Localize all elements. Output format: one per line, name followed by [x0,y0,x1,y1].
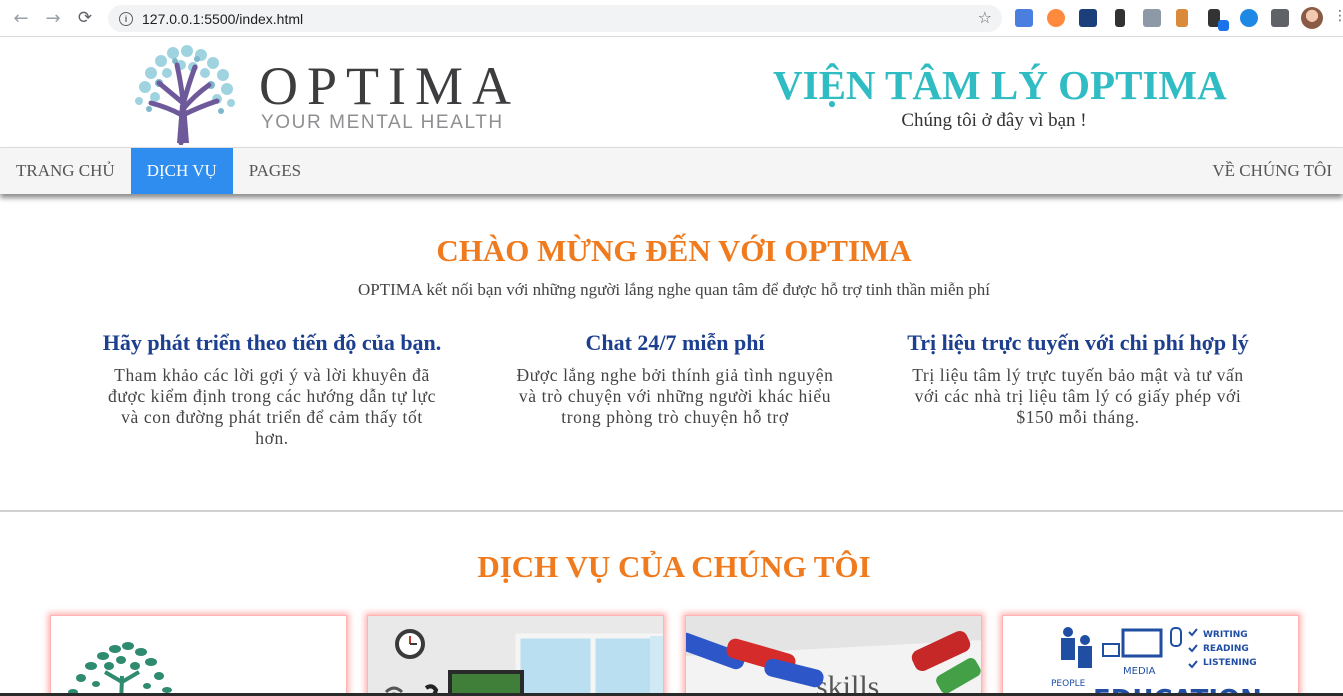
service-card-markers[interactable]: skills [685,615,982,696]
extension-badge-icon [1218,20,1229,31]
feature-text: Được lắng nghe bởi thính giả tình nguyện… [516,365,834,427]
card-media-label: MEDIA [1123,666,1156,677]
education-doodle-image: WRITING READING LISTENING MEDIA PEOPLE E… [1003,616,1298,696]
forward-arrow-icon[interactable]: → [41,6,65,30]
nav-item-services[interactable]: DỊCH VỤ [130,148,233,194]
service-card-education[interactable]: WRITING READING LISTENING MEDIA PEOPLE E… [1002,615,1299,696]
back-arrow-icon[interactable]: ← [9,6,33,30]
tree-logo-icon[interactable] [131,43,237,145]
nav-item-home[interactable]: TRANG CHỦ [0,148,131,194]
address-url[interactable]: 127.0.0.1:5500/index.html [142,11,303,27]
ruler-extension-icon[interactable] [1176,9,1188,27]
phone-extension-icon[interactable] [1115,9,1125,27]
nav-item-pages[interactable]: PAGES [233,148,317,194]
feature-free-chat: Chat 24/7 miễn phí Được lắng nghe bởi th… [490,328,860,428]
address-bar[interactable]: i 127.0.0.1:5500/index.html ☆ [108,5,1002,32]
section-divider [0,510,1343,512]
office-illustration-image [368,616,663,696]
services-title: DỊCH VỤ CỦA CHÚNG TÔI [477,549,871,584]
green-tree-image [68,642,172,696]
bookmark-star-icon[interactable]: ☆ [978,8,992,27]
institute-subtitle: Chúng tôi ở đây vì bạn ! [901,110,1087,131]
site-info-icon[interactable]: i [119,11,133,26]
feature-title: Hãy phát triển theo tiến độ của bạn. [102,330,442,355]
institute-title: VIỆN TÂM LÝ OPTIMA [773,62,1227,108]
browser-menu-icon[interactable]: ⋮ [1333,8,1343,24]
profile-avatar[interactable] [1301,7,1323,29]
puzzle-extensions-icon[interactable] [1271,9,1289,27]
blue-extension-icon[interactable] [1240,9,1258,27]
reload-icon[interactable]: ⟳ [73,6,97,30]
feature-title: Chat 24/7 miễn phí [585,330,765,355]
d-extension-icon[interactable] [1079,9,1097,27]
feature-text: Tham khảo các lời gợi ý và lời khuyên đã… [108,365,436,448]
translate-extension-icon[interactable] [1015,9,1033,27]
card-listening-label: LISTENING [1203,658,1257,668]
site-header: OPTIMA YOUR MENTAL HEALTH VIỆN TÂM LÝ OP… [0,37,1343,147]
service-card-office[interactable] [367,615,664,696]
brand-name: OPTIMA [259,56,521,116]
card-writing-label: WRITING [1203,630,1248,640]
nav-item-about[interactable]: VỀ CHÚNG TÔI [1212,148,1332,194]
fire-extension-icon[interactable] [1047,9,1065,27]
feature-self-growth: Hãy phát triển theo tiến độ của bạn. Tha… [87,328,457,449]
card-people-label: PEOPLE [1051,679,1086,689]
service-card-tree[interactable] [50,615,347,696]
welcome-subtitle: OPTIMA kết nối bạn với những người lắng … [357,280,991,299]
language-extension-icon[interactable] [1143,9,1161,27]
brand-tagline: YOUR MENTAL HEALTH [261,112,504,133]
feature-online-therapy: Trị liệu trực tuyến với chi phí hợp lý T… [893,328,1263,428]
welcome-title: CHÀO MỪNG ĐẾN VỚI OPTIMA [436,233,912,268]
main-nav: TRANG CHỦ DỊCH VỤ PAGES VỀ CHÚNG TÔI [0,147,1343,194]
markers-photo-image: skills [686,616,981,696]
feature-title: Trị liệu trực tuyến với chi phí hợp lý [907,330,1249,355]
card-reading-label: READING [1203,644,1249,654]
feature-text: Trị liệu tâm lý trực tuyến bảo mật và tư… [912,365,1244,427]
browser-toolbar: ← → ⟳ i 127.0.0.1:5500/index.html ☆ ⋮ [0,0,1343,37]
